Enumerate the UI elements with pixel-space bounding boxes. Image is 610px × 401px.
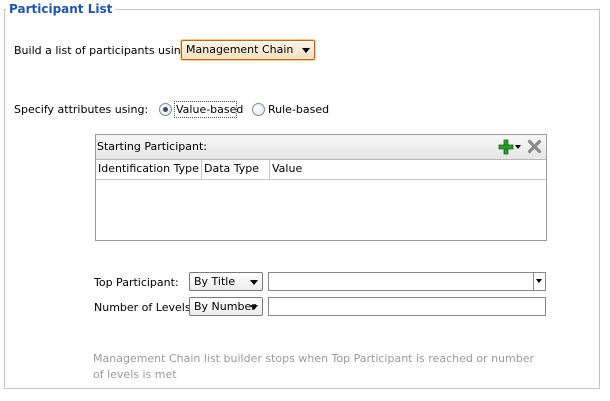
specify-attributes-label: Specify attributes using: [14,103,149,116]
chevron-down-icon[interactable] [515,145,521,149]
top-participant-mode-select[interactable]: By Title [189,272,263,291]
table-body[interactable] [96,180,546,240]
column-header-data-type[interactable]: Data Type [202,160,270,180]
plus-icon[interactable] [498,139,514,155]
top-participant-combo[interactable] [268,272,546,291]
chevron-down-icon [302,48,310,53]
column-header-value[interactable]: Value [270,160,546,180]
rule-based-label[interactable]: Rule-based [268,103,329,117]
panel-title: Starting Participant: [97,140,207,153]
radio-selected-dot [163,107,168,112]
value-based-label[interactable]: Value-based [176,103,243,117]
chevron-down-icon [250,280,258,285]
hint-text: Management Chain list builder stops when… [93,352,535,381]
top-participant-mode-value: By Title [194,275,236,288]
levels-mode-select[interactable]: By Number [189,297,263,316]
participant-type-value: Management Chain [186,43,294,56]
chevron-down-icon [536,279,542,283]
combo-dropdown-button[interactable] [533,273,545,290]
chevron-down-icon [250,305,258,310]
build-list-label: Build a list of participants using: [14,44,192,57]
rule-based-radio[interactable] [252,103,265,116]
number-of-levels-input[interactable] [268,297,546,316]
top-participant-label: Top Participant: [94,276,179,289]
column-header-identification-type[interactable]: Identification Type [96,160,202,180]
panel-header: Starting Participant: [96,135,546,160]
close-icon[interactable] [527,139,542,154]
levels-mode-value: By Number [194,300,256,313]
number-of-levels-label: Number of Levels: [94,301,195,314]
group-title: Participant List [6,2,116,16]
value-based-radio[interactable] [159,103,172,116]
starting-participant-panel: Starting Participant: Identification Typ… [95,134,547,241]
participant-type-select[interactable]: Management Chain [181,40,315,60]
